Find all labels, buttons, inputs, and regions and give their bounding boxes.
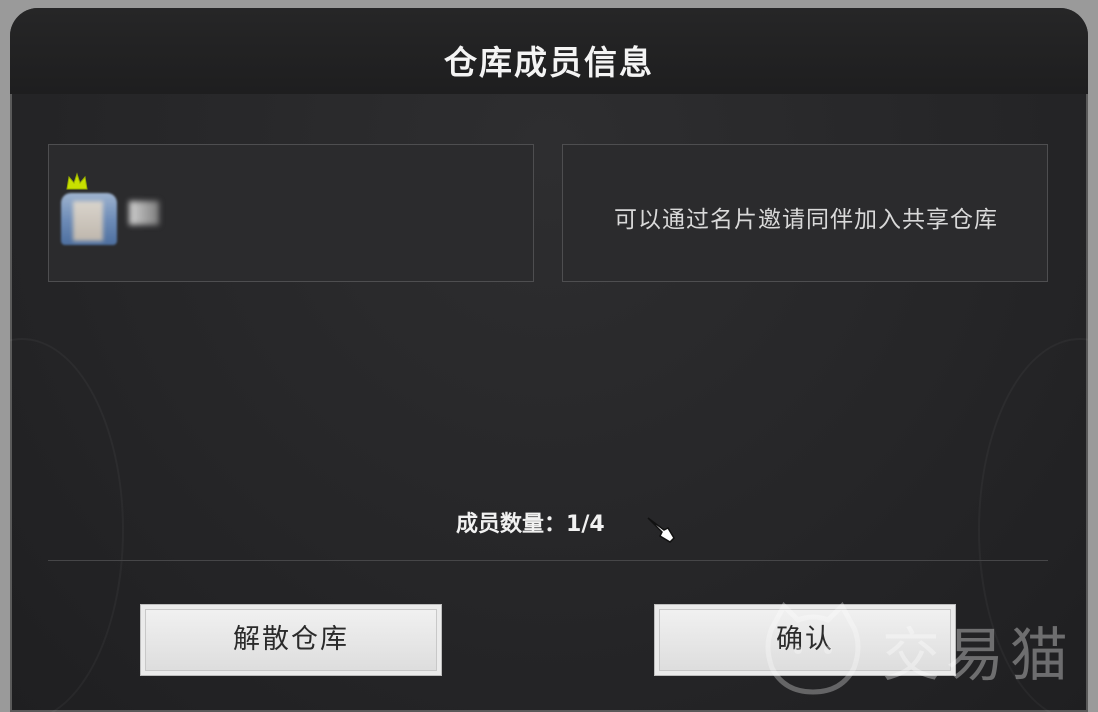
member-card[interactable]	[48, 144, 534, 282]
right-ornament	[978, 338, 1088, 712]
member-count-label: 成员数量：	[456, 512, 567, 537]
dissolve-warehouse-button[interactable]: 解散仓库	[140, 604, 442, 676]
confirm-button[interactable]: 确认	[654, 604, 956, 676]
dialog-title: 仓库成员信息	[444, 43, 654, 82]
footer-divider	[48, 560, 1048, 561]
invite-hint-text: 可以通过名片邀请同伴加入共享仓库	[614, 207, 998, 233]
crown-icon	[66, 172, 88, 190]
member-name-blurred	[129, 201, 159, 225]
avatar-face	[73, 201, 103, 241]
cursor-icon	[647, 517, 675, 543]
member-count-value: 1/4	[566, 512, 605, 537]
invite-card[interactable]: 可以通过名片邀请同伴加入共享仓库	[562, 144, 1048, 282]
warehouse-members-dialog: 仓库成员信息 可以通过名片邀请同伴加入共享仓库 成员数量：1/4 解散仓库 确认…	[10, 8, 1088, 712]
member-avatar	[61, 172, 125, 245]
dialog-header: 仓库成员信息	[10, 8, 1088, 94]
left-ornament	[10, 338, 124, 712]
member-count: 成员数量：1/4	[456, 506, 605, 538]
